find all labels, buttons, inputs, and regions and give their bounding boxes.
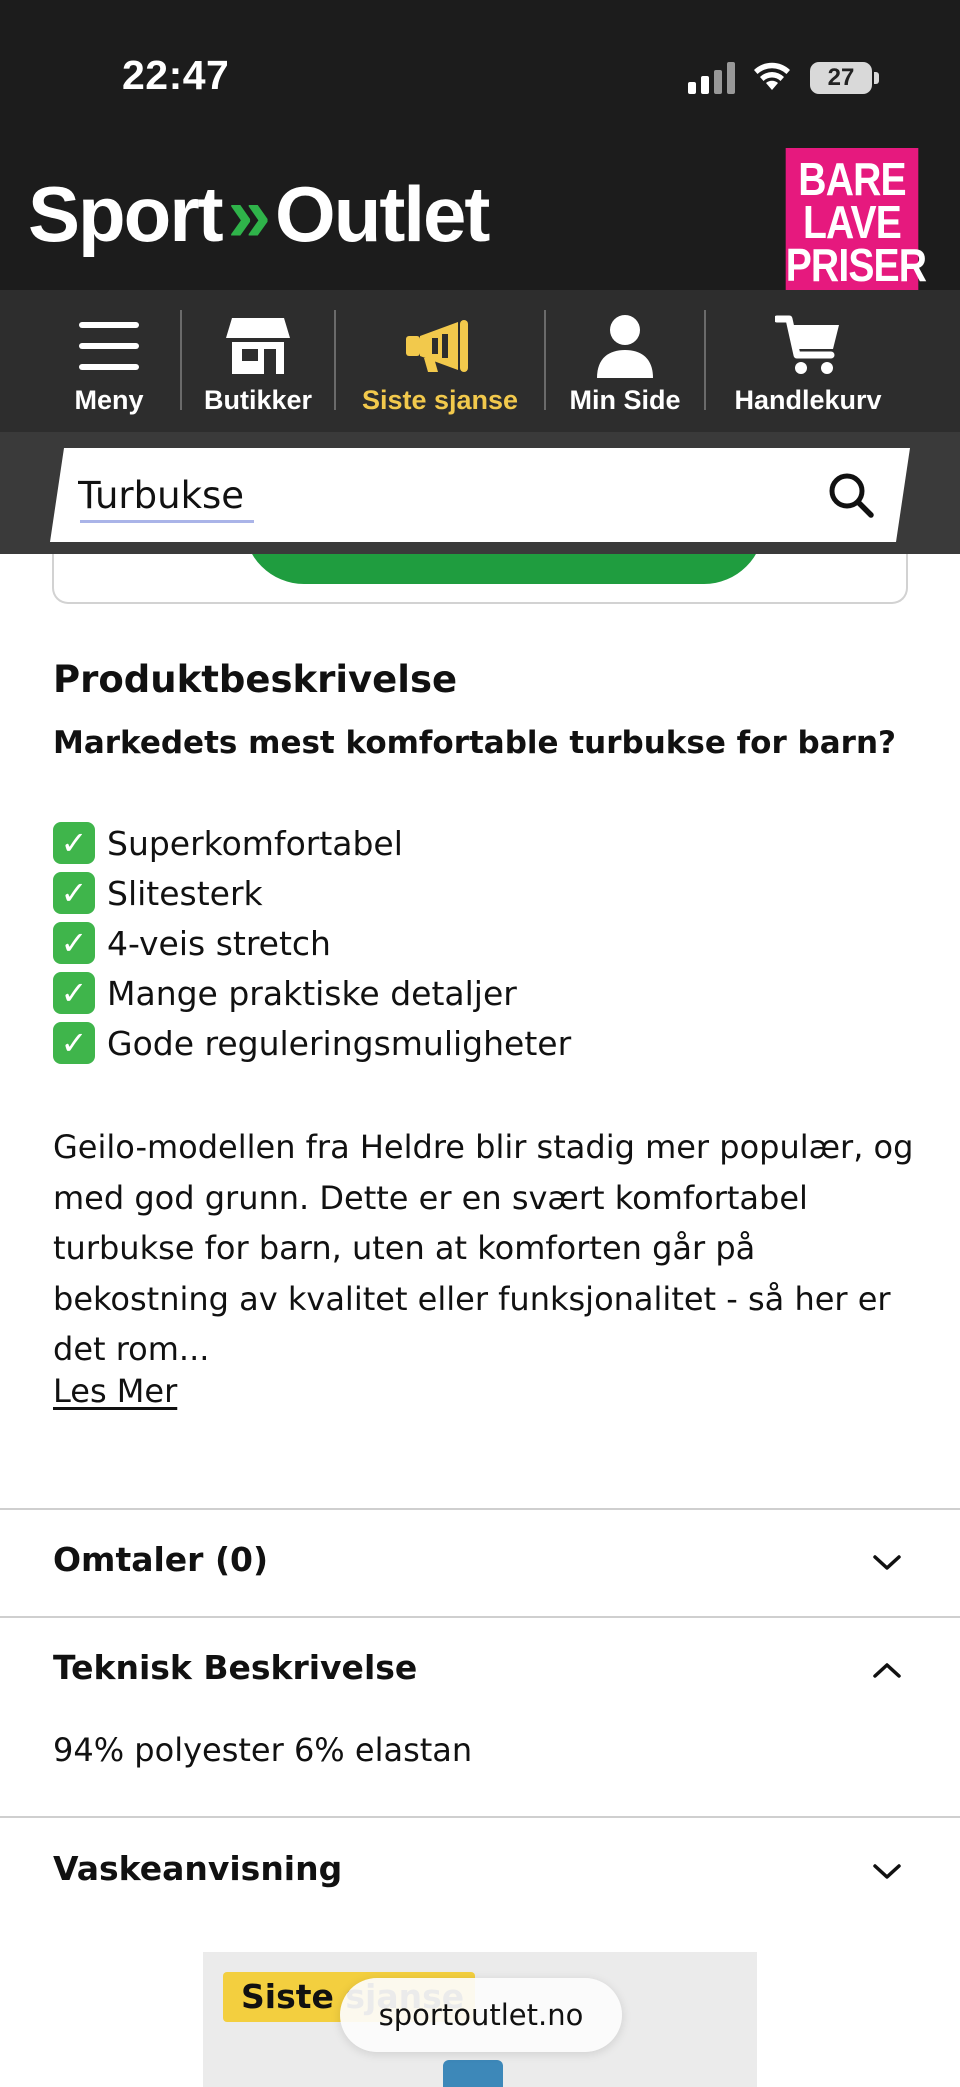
cellular-signal-icon bbox=[688, 62, 736, 94]
logo-text-right: Outlet bbox=[275, 170, 490, 258]
description-title: Produktbeskrivelse bbox=[53, 658, 458, 701]
nav-label: Min Side bbox=[569, 385, 681, 415]
hamburger-icon bbox=[78, 313, 140, 379]
search-box bbox=[50, 448, 910, 542]
main-nav: Meny Butikker Siste sjanse Min Side Hand… bbox=[0, 290, 960, 432]
nav-label: Meny bbox=[74, 385, 144, 415]
accordion-title: Teknisk Beskrivelse bbox=[53, 1648, 418, 1687]
feature-text: Slitesterk bbox=[107, 873, 263, 913]
checkmark-icon: ✓ bbox=[53, 1022, 95, 1064]
feature-text: 4-veis stretch bbox=[107, 923, 331, 963]
badge-line: LAVE bbox=[803, 196, 902, 248]
accordion-title: Omtaler (0) bbox=[53, 1540, 269, 1579]
checkmark-icon: ✓ bbox=[53, 972, 95, 1014]
feature-list: ✓ Superkomfortabel ✓ Slitesterk ✓ 4-veis st… bbox=[53, 818, 571, 1068]
description-subtitle: Markedets mest komfortable turbukse for … bbox=[53, 725, 896, 761]
technical-description-text: 94% polyester 6% elastan bbox=[53, 1731, 473, 1769]
nav-item-stores[interactable]: Butikker bbox=[182, 290, 334, 432]
feature-item: ✓ Mange praktiske detaljer bbox=[53, 968, 571, 1018]
description-body: Geilo-modellen fra Heldre blir stadig me… bbox=[53, 1128, 914, 1368]
feature-item: ✓ Superkomfortabel bbox=[53, 818, 571, 868]
checkmark-icon: ✓ bbox=[53, 922, 95, 964]
chevron-up-icon bbox=[873, 1663, 901, 1678]
site-logo[interactable]: Sport» Outlet bbox=[28, 169, 490, 260]
wifi-icon bbox=[754, 62, 790, 90]
search-input[interactable] bbox=[78, 464, 778, 526]
status-bar: 22:47 27 bbox=[0, 0, 960, 145]
megaphone-icon bbox=[404, 313, 476, 379]
nav-item-cart[interactable]: Handlekurv bbox=[706, 290, 910, 432]
badge-line: PRISER bbox=[785, 239, 927, 291]
nav-item-my-page[interactable]: Min Side bbox=[546, 290, 704, 432]
status-time: 22:47 bbox=[122, 52, 230, 98]
checkmark-icon: ✓ bbox=[53, 872, 95, 914]
spellcheck-underline bbox=[80, 520, 254, 523]
divider bbox=[0, 1508, 960, 1510]
feature-item: ✓ Gode reguleringsmuligheter bbox=[53, 1018, 571, 1068]
chevron-down-icon bbox=[873, 1864, 901, 1879]
battery-nub bbox=[874, 72, 879, 84]
store-icon bbox=[224, 313, 292, 379]
cart-icon bbox=[775, 313, 841, 379]
feature-text: Gode reguleringsmuligheter bbox=[107, 1023, 572, 1063]
browser-url-bar[interactable]: sportoutlet.no bbox=[340, 1978, 622, 2052]
accordion-title: Vaskeanvisning bbox=[53, 1849, 343, 1888]
product-image bbox=[443, 2060, 503, 2087]
brand-header: Sport» Outlet BARE LAVE PRISER bbox=[0, 145, 960, 305]
battery-icon: 27 bbox=[810, 62, 872, 94]
logo-text-left: Sport bbox=[28, 170, 224, 258]
nav-label: Handlekurv bbox=[734, 385, 882, 415]
nav-item-last-chance[interactable]: Siste sjanse bbox=[336, 290, 544, 432]
feature-text: Superkomfortabel bbox=[107, 823, 403, 863]
nav-label: Siste sjanse bbox=[361, 385, 519, 415]
badge-line: BARE bbox=[798, 153, 906, 205]
read-more-link[interactable]: Les Mer bbox=[53, 1372, 177, 1410]
divider bbox=[0, 1616, 960, 1618]
search-bar bbox=[0, 432, 960, 554]
user-icon bbox=[595, 313, 655, 379]
feature-item: ✓ 4-veis stretch bbox=[53, 918, 571, 968]
nav-item-menu[interactable]: Meny bbox=[38, 290, 180, 432]
low-prices-badge: BARE LAVE PRISER bbox=[785, 148, 927, 305]
divider bbox=[0, 1816, 960, 1818]
search-icon[interactable] bbox=[826, 470, 876, 520]
checkmark-icon: ✓ bbox=[53, 822, 95, 864]
feature-item: ✓ Slitesterk bbox=[53, 868, 571, 918]
logo-separator: » bbox=[227, 170, 272, 258]
feature-text: Mange praktiske detaljer bbox=[107, 973, 517, 1013]
nav-label: Butikker bbox=[203, 385, 313, 415]
chevron-down-icon bbox=[873, 1555, 901, 1570]
